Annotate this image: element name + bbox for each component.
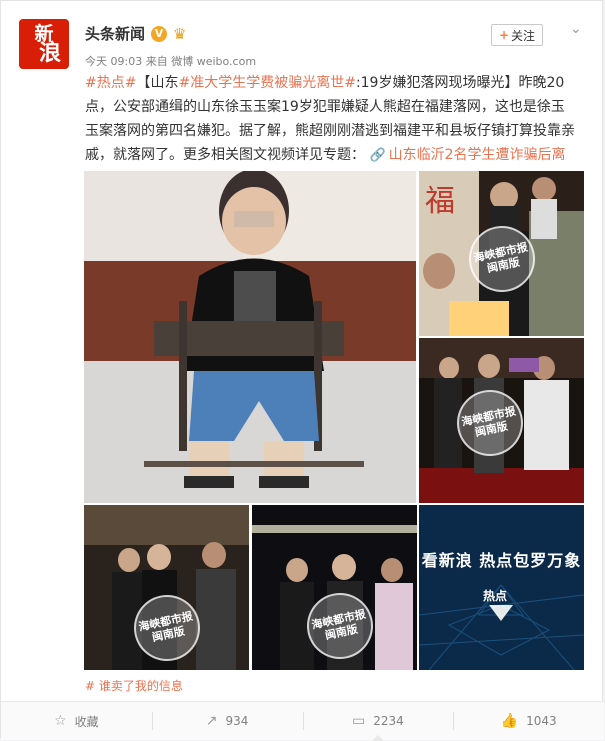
star-icon: ☆ [54,713,67,729]
chevron-down-icon[interactable]: ⌄ [570,21,582,37]
promo-title: 看新浪 热点包罗万象 [421,551,582,570]
repost-button[interactable]: ↗ 934 [151,702,303,740]
verified-icon[interactable]: V [151,25,168,42]
link-icon: 🔗 [369,148,386,163]
follow-label: 关注 [511,28,536,43]
like-button[interactable]: 👍 1043 [453,702,604,740]
photo-3[interactable]: 海峡都市报 闽南版 [419,338,584,503]
repost-icon: ↗ [205,713,218,729]
repost-count: 934 [225,714,249,728]
headline: :19岁嫌犯落网现场曝光】 [355,75,519,91]
photo-4[interactable]: 海峡都市报 闽南版 [84,505,249,670]
post-time[interactable]: 今天 09:03 [85,55,142,68]
svg-text:福: 福 [425,184,455,219]
photo-1-scene [84,171,416,503]
headline-open: 【山东 [136,75,179,91]
hash-icon: # [85,679,96,693]
hashtag-hot[interactable]: #热点# [85,75,136,91]
post-source[interactable]: 微博 weibo.com [171,55,256,68]
favorite-button[interactable]: ☆ 收藏 [1,702,152,740]
action-bar: ☆ 收藏 ↗ 934 ▭ 2234 👍 1043 [1,701,604,741]
comment-button[interactable]: ▭ 2234 [302,702,454,741]
plus-icon: + [498,28,510,42]
follow-button[interactable]: + 关注 [491,24,543,46]
like-count: 1043 [526,714,557,728]
tagline-label: 谁卖了我的信息 [98,679,183,693]
comment-icon: ▭ [351,713,366,729]
tagline-link[interactable]: # 谁卖了我的信息 [85,677,183,694]
photo-1[interactable] [84,171,416,503]
avatar-logo-line2: 浪 [38,41,61,66]
promo-logo: 热点 [483,589,508,603]
author-name-row: 头条新闻 V ♛ [85,23,186,44]
favorite-label: 收藏 [74,714,99,729]
source-prefix: 来自 [145,55,168,68]
crown-icon[interactable]: ♛ [173,25,186,43]
photo-5[interactable]: 海峡都市报 闽南版 [252,505,417,670]
author-name[interactable]: 头条新闻 [85,23,145,44]
hashtag-topic[interactable]: #准大学生学费被骗光离世# [178,75,355,91]
photo-2[interactable]: 福 海峡都市报 闽南版 [419,171,584,336]
weibo-post-card: 新 浪 头条新闻 V ♛ 今天 09:03 来自 微博 weibo.com + … [0,0,604,741]
promo-image[interactable]: 看新浪 热点包罗万象 热点 [419,505,584,670]
post-meta: 今天 09:03 来自 微博 weibo.com [85,53,256,69]
author-avatar[interactable]: 新 浪 [19,19,69,69]
thumbs-up-icon: 👍 [500,713,519,729]
comment-count: 2234 [373,714,404,728]
